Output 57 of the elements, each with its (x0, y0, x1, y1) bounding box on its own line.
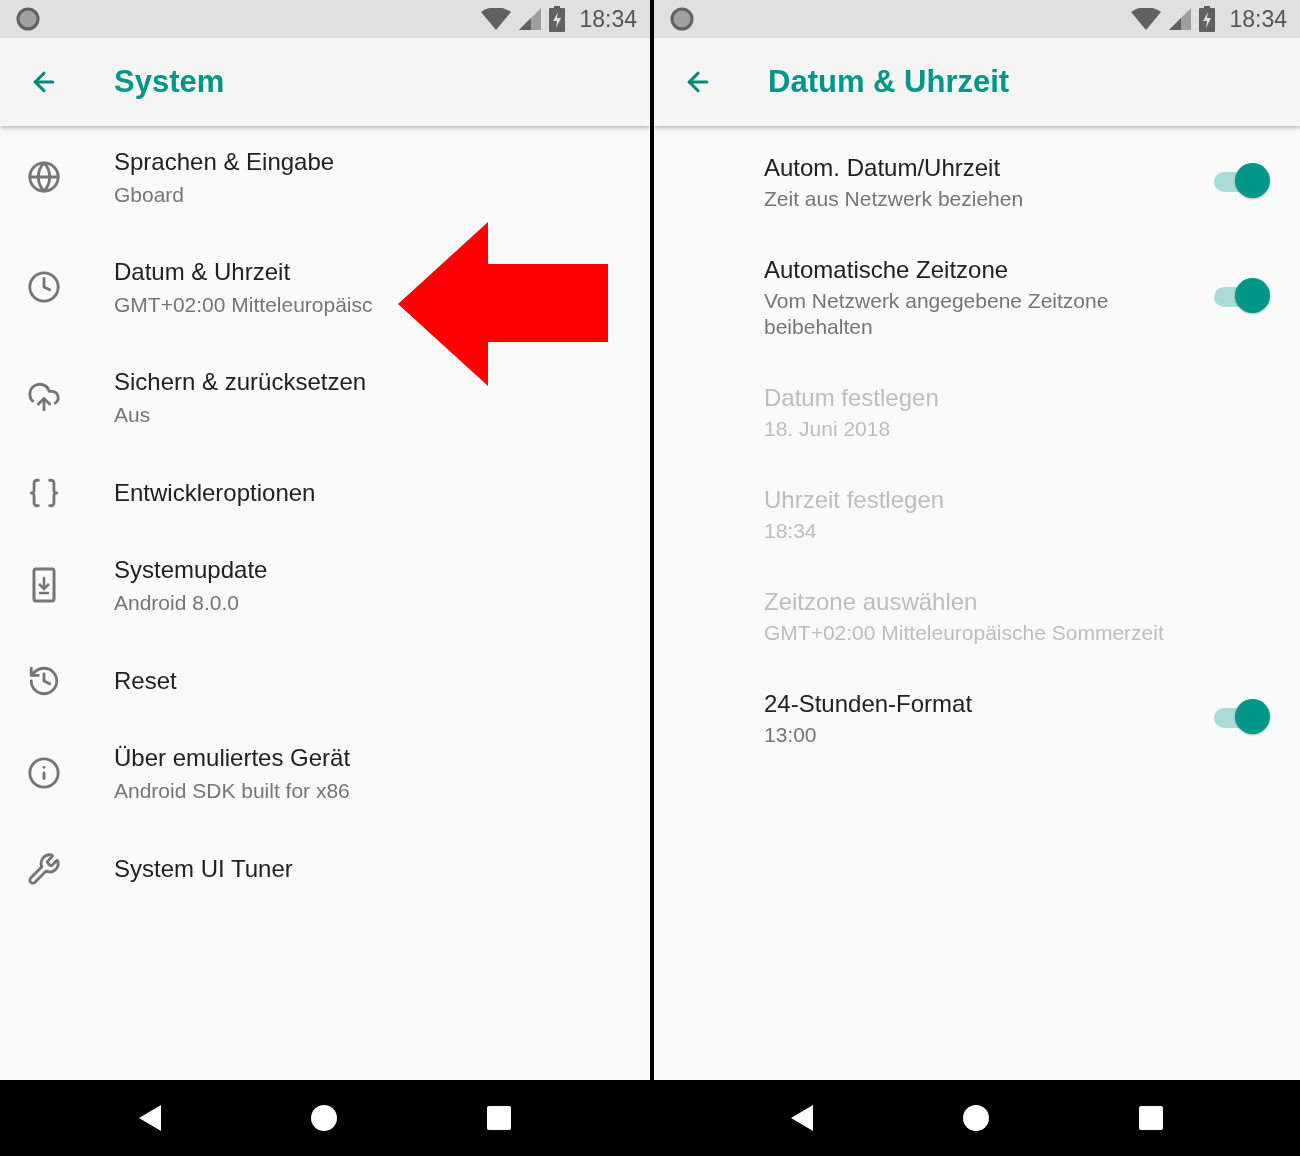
wrench-icon (27, 852, 61, 886)
settings-item[interactable]: Sichern & zurücksetzen Aus (0, 346, 650, 456)
settings-item[interactable]: System UI Tuner (0, 832, 650, 910)
settings-item[interactable]: Systemupdate Android 8.0.0 (0, 534, 650, 644)
settings-item[interactable]: Datum & Uhrzeit GMT+02:00 Mitteleuropäisc (0, 236, 650, 346)
item-title: Automatische Zeitzone (764, 255, 1010, 285)
settings-item[interactable]: Über emuliertes Gerät Android SDK built for x86 (0, 722, 650, 832)
phone-download-icon (32, 567, 56, 603)
item-title: Uhrzeit festlegen (764, 485, 946, 515)
globe-icon (27, 160, 61, 194)
item-summary: Android SDK built for x86 (114, 778, 351, 804)
item-title: Autom. Datum/Uhrzeit (764, 153, 1002, 183)
item-summary: Zeit aus Netzwerk beziehen (764, 186, 1025, 212)
wifi-icon (481, 8, 512, 30)
signal-icon (519, 8, 542, 30)
item-title: Entwickleroptionen (114, 478, 317, 508)
item-title: 24-Stunden-Format (764, 689, 974, 719)
wifi-icon (1131, 8, 1162, 30)
battery-icon (1199, 6, 1216, 32)
back-nav-button[interactable] (791, 1105, 813, 1131)
back-nav-button[interactable] (139, 1105, 161, 1131)
settings-item[interactable]: Reset (0, 644, 650, 722)
clock-time: 18:34 (579, 5, 637, 33)
item-title: Sichern & zurücksetzen (114, 367, 368, 397)
clock-icon (27, 270, 61, 304)
notification-dot-icon (16, 7, 40, 31)
home-nav-button[interactable] (311, 1105, 337, 1131)
settings-item[interactable]: Sprachen & Eingabe Gboard (0, 126, 650, 236)
item-summary: Android 8.0.0 (114, 590, 240, 616)
item-title: Datum festlegen (764, 383, 940, 413)
item-summary: GMT+02:00 Mitteleuropäische Sommerzeit (764, 620, 1165, 646)
battery-icon (549, 6, 566, 32)
item-title: System UI Tuner (114, 854, 294, 884)
item-summary: Vom Netzwerk angegebene Zeitzone beibehalten (764, 288, 1110, 340)
cloud-upload-icon (27, 380, 61, 414)
item-summary: 18. Juni 2018 (764, 416, 892, 442)
item-summary: 13:00 (764, 722, 818, 748)
screen-title: Datum & Uhrzeit (768, 64, 1010, 100)
item-title: Systemupdate (114, 555, 269, 585)
clock-time: 18:34 (1229, 5, 1287, 33)
item-summary: 18:34 (764, 518, 818, 544)
braces-icon (27, 476, 61, 510)
screen-title: System (114, 64, 225, 100)
settings-item[interactable]: Entwickleroptionen (0, 456, 650, 534)
home-nav-button[interactable] (963, 1105, 989, 1131)
item-summary: Aus (114, 402, 152, 428)
item-summary: GMT+02:00 Mitteleuropäisc (114, 292, 374, 318)
item-title: Über emuliertes Gerät (114, 743, 352, 773)
item-title: Zeitzone auswählen (764, 587, 979, 617)
history-icon (27, 664, 61, 698)
item-title: Sprachen & Eingabe (114, 147, 336, 177)
signal-icon (1169, 8, 1192, 30)
item-summary: Gboard (114, 182, 186, 208)
item-title: Datum & Uhrzeit (114, 257, 292, 287)
info-icon (27, 756, 61, 790)
item-title: Reset (114, 666, 178, 696)
notification-dot-icon (670, 7, 694, 31)
